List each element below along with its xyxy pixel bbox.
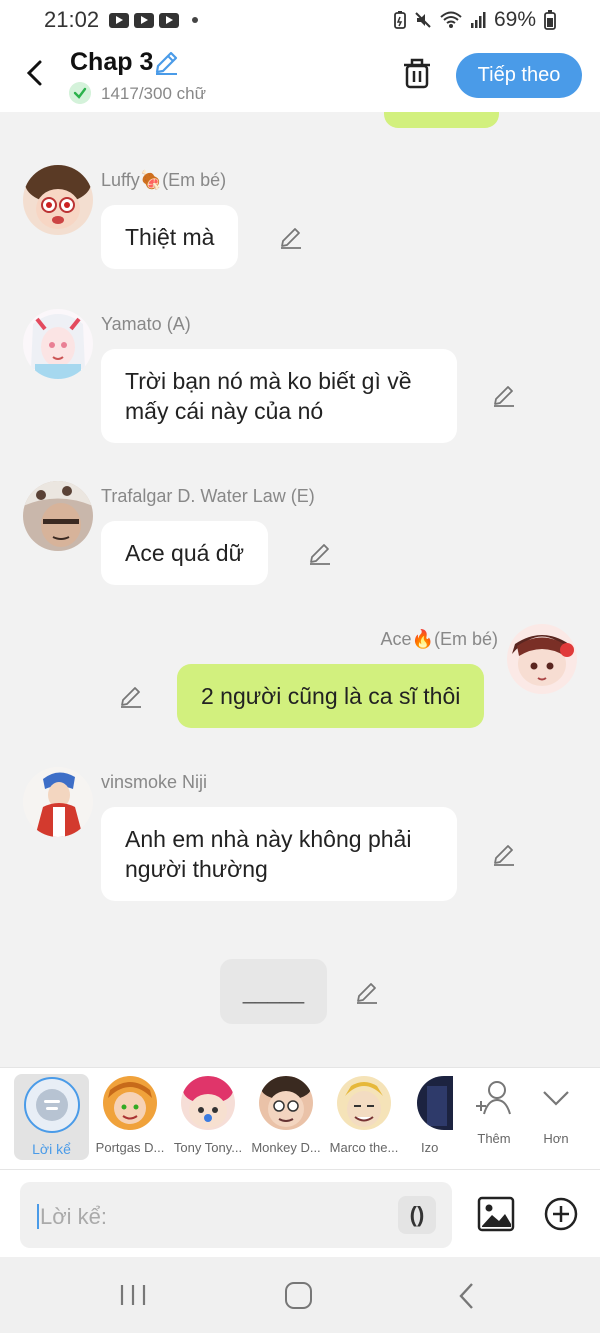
narrator-icon[interactable] bbox=[24, 1077, 80, 1133]
message-bubble[interactable]: 2 người cũng là ca sĩ thôi bbox=[177, 664, 485, 728]
avatar[interactable] bbox=[23, 767, 93, 837]
chapter-title: Chap 3 bbox=[70, 48, 154, 76]
trash-icon[interactable] bbox=[402, 57, 432, 89]
sender-name: Trafalgar D. Water Law (E) bbox=[101, 486, 315, 506]
narrator-label: Lời kể bbox=[32, 1141, 71, 1157]
avatar bbox=[181, 1076, 235, 1130]
message-bubble[interactable]: Trời bạn nó mà ko biết gì về mấy cái này… bbox=[101, 349, 457, 443]
message-bubble[interactable]: Anh em nhà này không phải người thường bbox=[101, 807, 457, 901]
status-bar: 21:02 69% bbox=[0, 0, 600, 40]
battery-icon bbox=[544, 10, 556, 30]
back-nav-icon[interactable] bbox=[456, 1281, 476, 1311]
recent-apps-icon[interactable] bbox=[118, 1283, 148, 1307]
edit-pencil-icon[interactable] bbox=[355, 981, 379, 1005]
character-item[interactable]: Tony Tony... bbox=[169, 1076, 247, 1155]
avatar[interactable] bbox=[23, 309, 93, 379]
youtube-icon bbox=[159, 12, 180, 28]
character-item[interactable]: Marco the... bbox=[325, 1076, 403, 1155]
plus-circle-icon[interactable] bbox=[543, 1196, 579, 1232]
input-bar: Lời kể: () bbox=[0, 1169, 600, 1257]
youtube-icon bbox=[134, 12, 155, 28]
message-bubble[interactable]: Ace quá dữ bbox=[101, 521, 268, 585]
message-bubble[interactable]: Thiệt mà bbox=[101, 205, 239, 269]
add-character-button[interactable]: Thêm bbox=[472, 1078, 516, 1146]
character-item[interactable]: Portgas D... bbox=[91, 1076, 169, 1155]
add-user-icon bbox=[476, 1081, 511, 1115]
edit-pencil-icon[interactable] bbox=[308, 542, 332, 566]
edit-pencil-icon[interactable] bbox=[492, 384, 516, 408]
text-cursor bbox=[37, 1204, 39, 1229]
chat-area[interactable]: Luffy🍖(Em bé) Thiệt mà Yamato (A) Trời b… bbox=[0, 112, 600, 1067]
mute-icon bbox=[415, 12, 431, 28]
image-icon[interactable] bbox=[477, 1196, 515, 1232]
character-name: Monkey D... bbox=[251, 1140, 321, 1155]
avatar bbox=[337, 1076, 391, 1130]
status-time: 21:02 bbox=[44, 7, 100, 32]
word-count: 1417/300 chữ bbox=[101, 84, 206, 103]
back-arrow-icon[interactable] bbox=[22, 58, 50, 88]
message-input[interactable]: Lời kể: () bbox=[20, 1182, 452, 1248]
edit-pencil-icon[interactable] bbox=[492, 843, 516, 867]
character-name: Marco the... bbox=[329, 1140, 399, 1155]
edit-pencil-icon[interactable] bbox=[119, 685, 143, 709]
wifi-icon bbox=[440, 11, 462, 28]
edit-pencil-icon[interactable] bbox=[279, 226, 303, 250]
sender-name: Yamato (A) bbox=[101, 314, 191, 334]
avatar bbox=[259, 1076, 313, 1130]
battery-percent: 69% bbox=[493, 8, 536, 31]
narration-bubble[interactable]: _____ bbox=[220, 959, 327, 1024]
previous-message-bubble[interactable] bbox=[384, 112, 499, 128]
next-chapter-button[interactable]: Tiếp theo bbox=[456, 53, 582, 98]
status-icons: 69% bbox=[394, 8, 556, 32]
edit-title-pencil-icon[interactable] bbox=[153, 50, 179, 76]
check-circle-icon bbox=[69, 82, 91, 104]
avatar bbox=[103, 1076, 157, 1130]
system-nav-bar bbox=[0, 1257, 600, 1333]
character-selector-bar: Lời kể Portgas D... Tony Tony... Monkey … bbox=[0, 1067, 600, 1169]
chevron-down-icon bbox=[543, 1091, 569, 1106]
notification-dot-icon bbox=[192, 17, 199, 23]
signal-icon bbox=[470, 12, 486, 28]
sender-name: Luffy🍖(Em bé) bbox=[101, 170, 227, 190]
home-icon[interactable] bbox=[285, 1282, 312, 1309]
character-item[interactable]: Izo bbox=[403, 1076, 453, 1155]
more-button[interactable]: Hơn bbox=[536, 1078, 576, 1146]
parentheses-button[interactable]: () bbox=[398, 1196, 436, 1234]
battery-saver-icon bbox=[394, 11, 406, 29]
add-character-label: Thêm bbox=[477, 1131, 511, 1146]
youtube-icon bbox=[109, 12, 130, 28]
avatar[interactable] bbox=[23, 165, 93, 235]
character-name: Izo bbox=[421, 1140, 439, 1155]
character-name: Portgas D... bbox=[95, 1140, 165, 1155]
sender-name: vinsmoke Niji bbox=[101, 772, 208, 792]
sender-name: Ace🔥(Em bé) bbox=[380, 629, 498, 649]
avatar bbox=[417, 1076, 453, 1130]
input-placeholder: Lời kể: bbox=[40, 1204, 108, 1229]
avatar[interactable] bbox=[507, 624, 577, 694]
app-header: Chap 3 1417/300 chữ Tiếp theo bbox=[0, 40, 600, 112]
character-item[interactable]: Monkey D... bbox=[247, 1076, 325, 1155]
more-label: Hơn bbox=[543, 1131, 569, 1146]
character-name: Tony Tony... bbox=[173, 1140, 243, 1155]
avatar[interactable] bbox=[23, 481, 93, 551]
